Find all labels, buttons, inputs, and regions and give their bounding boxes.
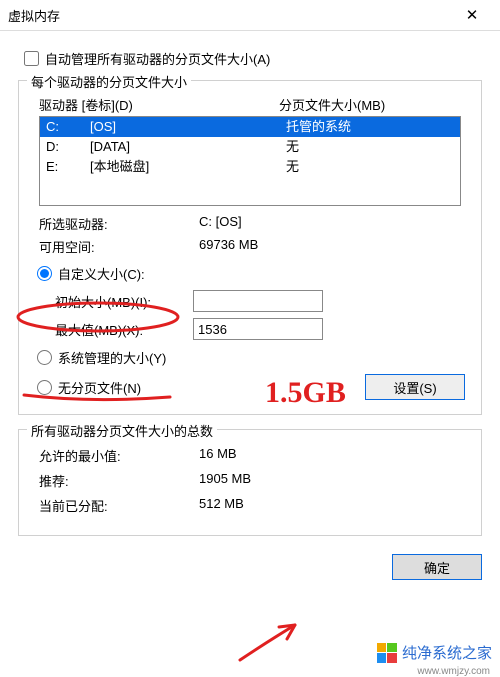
drive-letter: E:: [46, 158, 90, 176]
cur-row: 当前已分配: 512 MB: [39, 496, 461, 515]
free-space-label: 可用空间:: [39, 237, 199, 256]
selected-drive-value: C: [OS]: [199, 214, 461, 233]
drive-label: [DATA]: [90, 138, 286, 156]
radio-none-label: 无分页文件(N): [58, 378, 141, 397]
drive-row[interactable]: E: [本地磁盘] 无: [40, 157, 460, 177]
auto-manage-label: 自动管理所有驱动器的分页文件大小(A): [45, 49, 270, 68]
selected-drive-label: 所选驱动器:: [39, 214, 199, 233]
totals-group-label: 所有驱动器分页文件大小的总数: [27, 421, 217, 440]
watermark-text: 纯净系统之家: [402, 642, 492, 663]
drive-letter: D:: [46, 138, 90, 156]
drive-letter: C:: [46, 118, 90, 136]
drive-page: 托管的系统: [286, 118, 454, 136]
min-row: 允许的最小值: 16 MB: [39, 446, 461, 465]
radio-system-label: 系统管理的大小(Y): [58, 348, 166, 367]
min-label: 允许的最小值:: [39, 446, 199, 465]
radio-custom-size-row[interactable]: 自定义大小(C):: [35, 262, 465, 284]
auto-manage-checkbox[interactable]: [24, 51, 39, 66]
drive-row[interactable]: C: [OS] 托管的系统: [40, 117, 460, 137]
drives-group: 每个驱动器的分页文件大小 驱动器 [卷标](D) 分页文件大小(MB) C: […: [18, 80, 482, 415]
rec-row: 推荐: 1905 MB: [39, 471, 461, 490]
watermark-url: www.wmjzy.com: [417, 666, 490, 677]
initial-size-input[interactable]: [193, 290, 323, 312]
set-button[interactable]: 设置(S): [365, 374, 465, 400]
min-value: 16 MB: [199, 446, 461, 465]
drive-label: [本地磁盘]: [90, 158, 286, 176]
radio-custom-label: 自定义大小(C):: [58, 264, 145, 283]
rec-value: 1905 MB: [199, 471, 461, 490]
drive-list-header: 驱动器 [卷标](D) 分页文件大小(MB): [39, 95, 461, 114]
radio-custom-size[interactable]: [37, 266, 52, 281]
max-size-row: 最大值(MB)(X):: [55, 318, 465, 340]
drive-label: [OS]: [90, 118, 286, 136]
selected-drive-row: 所选驱动器: C: [OS]: [39, 214, 461, 233]
drive-page: 无: [286, 138, 454, 156]
radio-system-managed[interactable]: [37, 350, 52, 365]
initial-size-row: 初始大小(MB)(I):: [55, 290, 465, 312]
watermark-logo-icon: [377, 643, 397, 663]
free-space-row: 可用空间: 69736 MB: [39, 237, 461, 256]
radio-no-paging-row[interactable]: 无分页文件(N) 设置(S): [35, 374, 465, 400]
close-icon: ✕: [466, 6, 479, 24]
radio-no-paging[interactable]: [37, 380, 52, 395]
window-title: 虚拟内存: [8, 6, 452, 25]
dialog-buttons: 确定: [0, 550, 500, 580]
drive-list[interactable]: C: [OS] 托管的系统 D: [DATA] 无 E: [本地磁盘] 无: [39, 116, 461, 206]
watermark: 纯净系统之家: [377, 642, 492, 663]
drives-group-label: 每个驱动器的分页文件大小: [27, 72, 191, 91]
max-size-input[interactable]: [193, 318, 323, 340]
cur-label: 当前已分配:: [39, 496, 199, 515]
initial-size-label: 初始大小(MB)(I):: [55, 292, 193, 311]
cur-value: 512 MB: [199, 496, 461, 515]
auto-manage-checkbox-row[interactable]: 自动管理所有驱动器的分页文件大小(A): [24, 49, 482, 68]
rec-label: 推荐:: [39, 471, 199, 490]
totals-group: 所有驱动器分页文件大小的总数 允许的最小值: 16 MB 推荐: 1905 MB…: [18, 429, 482, 536]
drive-row[interactable]: D: [DATA] 无: [40, 137, 460, 157]
free-space-value: 69736 MB: [199, 237, 461, 256]
ok-button[interactable]: 确定: [392, 554, 482, 580]
header-page: 分页文件大小(MB): [279, 95, 461, 114]
max-size-label: 最大值(MB)(X):: [55, 320, 193, 339]
radio-system-managed-row[interactable]: 系统管理的大小(Y): [35, 346, 465, 368]
close-button[interactable]: ✕: [452, 1, 492, 29]
titlebar: 虚拟内存 ✕: [0, 0, 500, 31]
header-drive: 驱动器 [卷标](D): [39, 95, 279, 114]
drive-page: 无: [286, 158, 454, 176]
